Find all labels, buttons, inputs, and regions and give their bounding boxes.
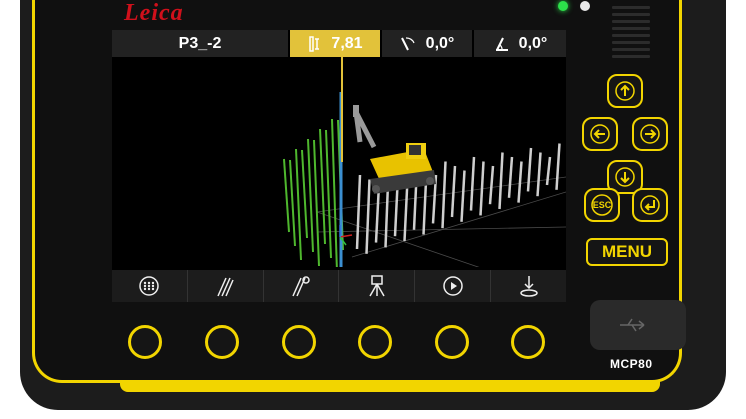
planned-pile [319,128,326,245]
depth-value: 7,81 [331,34,363,52]
active-pile [339,57,343,267]
pile-field-scene [283,57,566,298]
esc-label: ESC [592,200,612,210]
arrow-down-icon [615,167,635,187]
pile-target-icon [292,276,310,297]
installed-pile [545,156,552,186]
softkey-5[interactable] [435,325,469,359]
tool-play[interactable] [415,270,492,302]
inclination-readout[interactable]: 0,0° [382,30,472,57]
rotation-readout[interactable]: 0,0° [474,30,566,57]
tool-pile-target[interactable] [264,270,340,302]
installed-pile [507,156,514,198]
installed-pile [526,147,533,192]
arrow-left-button[interactable] [582,117,618,151]
installed-pile [355,174,362,250]
inclination-icon [400,36,415,50]
design-name[interactable]: P3_-2 [112,30,288,57]
installed-pile [479,161,485,216]
depth-icon [309,35,320,52]
menu-grid-icon [139,276,160,296]
rig-excavator-icon [353,105,436,194]
arrow-right-icon [640,124,660,144]
installed-pile [536,152,542,197]
softkey-6[interactable] [511,325,545,359]
tool-total-station[interactable] [339,270,416,302]
esc-button[interactable]: ESC [584,188,620,222]
design-name-label: P3_-2 [178,34,222,52]
arrow-up-icon [615,81,635,101]
3d-pile-view[interactable] [112,57,566,298]
installed-pile [488,165,495,205]
tool-stakeout[interactable] [491,270,566,302]
softkey-1[interactable] [128,325,162,359]
installed-pile [441,161,447,229]
enter-icon [640,195,660,215]
installed-pile [517,161,523,203]
installed-pile [555,143,561,190]
display-screen: P3_-2 7,81 0,0° 0,0° [112,30,566,302]
tool-main-menu[interactable] [112,270,188,302]
installed-pile [460,170,466,222]
enter-button[interactable] [632,188,668,222]
arrow-right-button[interactable] [632,117,668,151]
status-led [580,1,590,11]
planned-pile [331,118,338,273]
rotation-angle-icon [495,37,508,51]
model-label: MCP80 [610,357,653,371]
arrow-up-button[interactable] [607,74,643,108]
planned-pile [289,159,296,247]
installed-pile [365,179,371,254]
planned-pile [283,158,290,233]
installed-pile [450,165,457,218]
rotation-value: 0,0° [518,34,548,52]
planned-pile [307,138,314,253]
bottom-toolbar [112,270,566,302]
menu-button[interactable]: MENU [586,238,668,266]
leica-logo: Leica [124,0,184,26]
planned-pile [325,129,332,259]
pile-icon [217,277,234,297]
yellow-bumper [120,380,660,392]
planned-pile [301,149,308,239]
usb-icon [620,318,645,332]
total-station-icon [369,275,385,297]
softkey-2[interactable] [205,325,239,359]
softkey-4[interactable] [358,325,392,359]
planned-pile [295,148,302,261]
installed-pile [469,156,476,211]
softkey-3[interactable] [282,325,316,359]
inclination-value: 0,0° [425,34,455,52]
play-icon [442,276,463,296]
speaker-grille [612,6,650,64]
depth-readout[interactable]: 7,81 [290,30,380,57]
arrow-left-icon [590,124,610,144]
stakeout-icon [519,276,538,297]
installed-pile [498,152,504,210]
planned-piles [283,118,344,273]
power-led [558,1,568,11]
planned-pile [313,139,320,267]
status-bar: P3_-2 7,81 0,0° 0,0° [112,30,566,57]
tool-pile[interactable] [188,270,264,302]
